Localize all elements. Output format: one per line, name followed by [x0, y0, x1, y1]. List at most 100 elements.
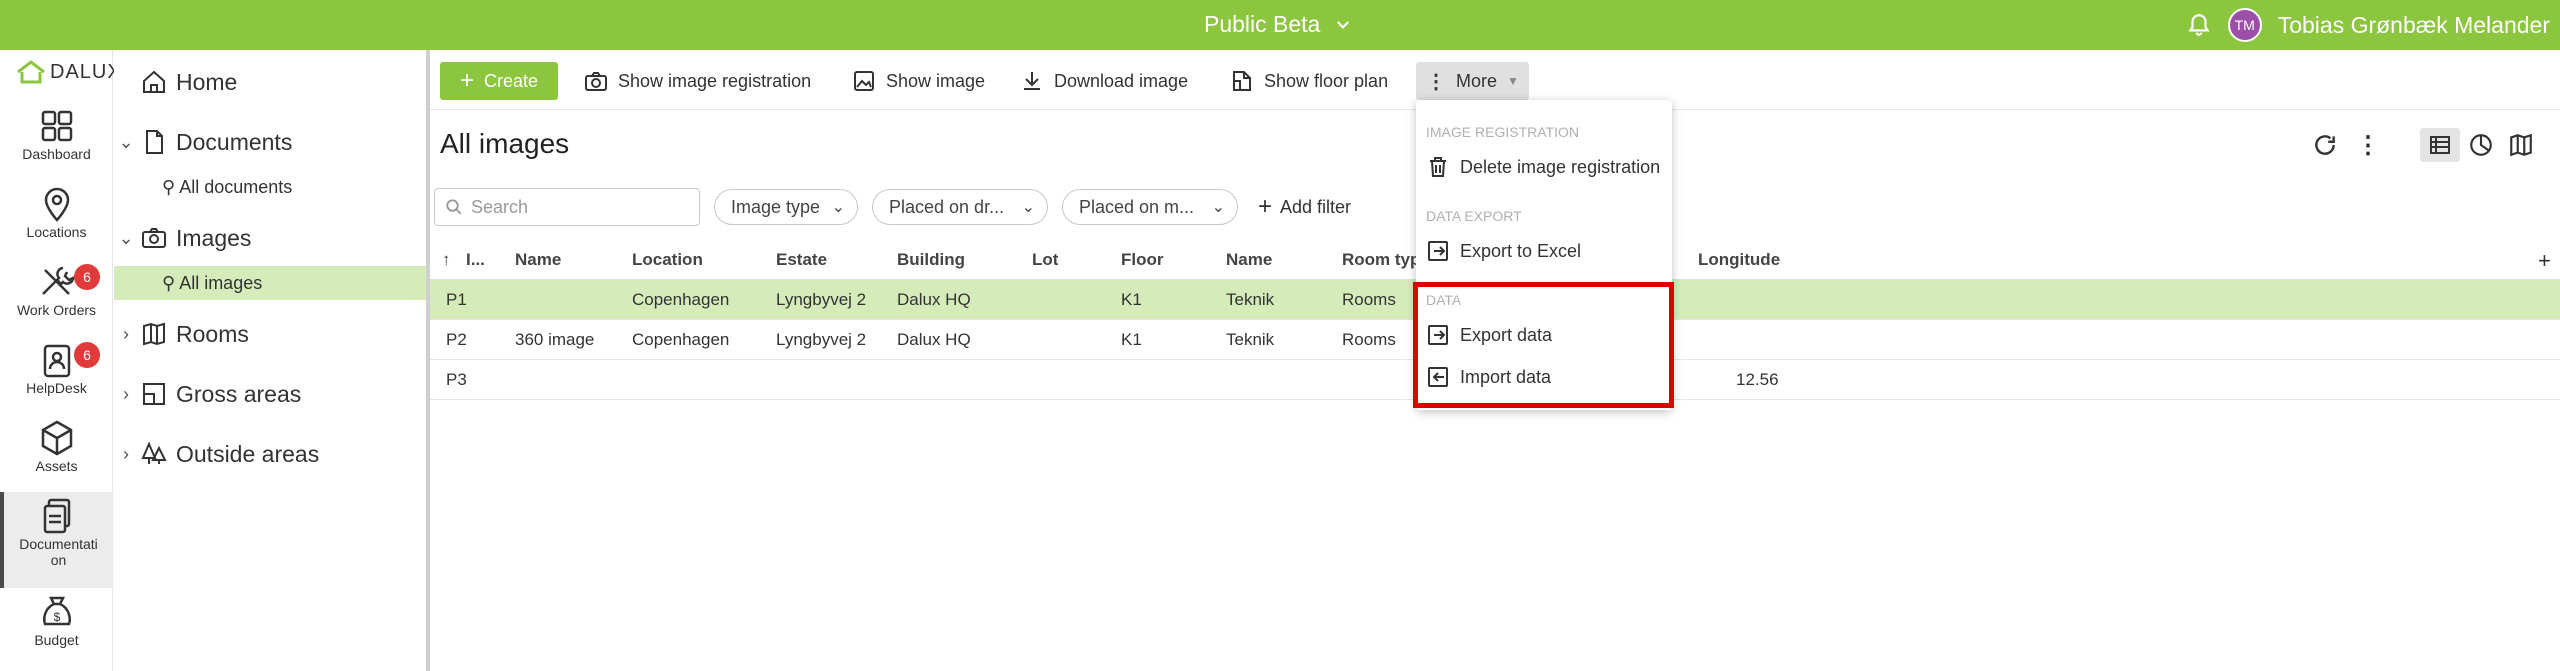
column-header-estate[interactable]: Estate: [776, 240, 827, 280]
column-header-building[interactable]: Building: [897, 240, 965, 280]
filter-chip-placed-on-drawing[interactable]: Placed on dr... ⌄: [872, 189, 1048, 225]
tree-item-documents[interactable]: ⌄ Documents: [114, 128, 426, 156]
column-header-name[interactable]: Name: [515, 240, 561, 280]
tree-item-gross-areas[interactable]: › Gross areas: [114, 380, 426, 408]
chevron-down-icon[interactable]: ⌄: [114, 228, 138, 249]
app-rail: DALUX Dashboard Locations Work Orders 6 …: [0, 50, 121, 671]
refresh-icon[interactable]: [2312, 132, 2338, 158]
table-view-icon: [2430, 136, 2450, 154]
tree-item-images[interactable]: ⌄ Images: [114, 224, 426, 252]
location-pin-icon: [44, 187, 69, 222]
column-header-floor[interactable]: Floor: [1121, 240, 1164, 280]
menu-item-export-data[interactable]: Export data: [1426, 318, 1662, 352]
environment-selector[interactable]: Public Beta: [1204, 11, 1352, 38]
chevron-down-icon[interactable]: ⌄: [114, 132, 138, 153]
rail-item-work-orders[interactable]: Work Orders 6: [0, 258, 113, 336]
page-title: All images: [440, 128, 570, 159]
notification-bell-icon[interactable]: [2186, 12, 2212, 38]
chevron-right-icon[interactable]: ›: [114, 384, 138, 405]
tree-label: Documents: [176, 128, 293, 155]
chevron-right-icon[interactable]: ›: [114, 324, 138, 345]
chevron-down-icon: [1337, 20, 1350, 29]
cell-estate: Lyngbyvej 2: [776, 290, 867, 309]
tree-label: All images: [179, 272, 263, 293]
cell-room-name: Teknik: [1226, 290, 1275, 309]
plus-icon: +: [1258, 193, 1273, 220]
menu-item-export-to-excel[interactable]: Export to Excel: [1426, 234, 1662, 268]
column-header-longitude[interactable]: Longitude: [1698, 240, 1780, 280]
documents-icon: [43, 498, 70, 534]
cell-location: Copenhagen: [632, 330, 730, 349]
create-button[interactable]: + Create: [440, 62, 559, 100]
menu-section-data: DATA: [1426, 292, 1462, 308]
money-bag-icon: $: [42, 596, 71, 626]
rail-label: HelpDesk: [26, 380, 87, 396]
tree-label: Rooms: [176, 320, 249, 347]
search-input[interactable]: Search: [434, 188, 700, 226]
chevron-right-icon[interactable]: ›: [114, 444, 138, 465]
rail-item-dashboard[interactable]: Dashboard: [0, 102, 113, 180]
rail-item-documentation[interactable]: Documentati on: [0, 492, 113, 588]
column-header-room-name[interactable]: Name: [1226, 240, 1272, 280]
map-view-icon[interactable]: [2508, 132, 2534, 158]
trees-icon: [141, 441, 167, 464]
filter-chip-placed-on-map[interactable]: Placed on m... ⌄: [1062, 189, 1238, 225]
user-name[interactable]: Tobias Grønbæk Melander: [2278, 12, 2550, 39]
search-icon: [446, 199, 462, 215]
menu-item-label: Delete image registration: [1460, 156, 1661, 177]
cell-name: 360 image: [515, 330, 595, 349]
table-view-button[interactable]: [2420, 128, 2460, 162]
menu-item-import-data[interactable]: Import data: [1426, 360, 1662, 394]
logo-text: DALUX: [50, 60, 122, 83]
view-tools: ⋮: [2312, 128, 2534, 162]
tree-item-all-documents[interactable]: ⚲ All documents: [114, 170, 426, 204]
add-column-icon[interactable]: +: [2538, 248, 2551, 274]
column-header-lot[interactable]: Lot: [1032, 240, 1058, 280]
rail-item-locations[interactable]: Locations: [0, 180, 113, 258]
filter-bar: Search Image type ⌄ Placed on dr... ⌄ Pl…: [434, 188, 1351, 226]
trash-icon: [1430, 157, 1446, 177]
show-image-registration-button[interactable]: Show image registration: [574, 62, 821, 100]
add-filter-button[interactable]: + Add filter: [1252, 193, 1351, 221]
column-header-location[interactable]: Location: [632, 240, 703, 280]
cell-id: P2: [446, 330, 467, 349]
tree-item-rooms[interactable]: › Rooms: [114, 320, 426, 348]
tree-item-outside-areas[interactable]: › Outside areas: [114, 440, 426, 468]
chip-label: Image type: [731, 196, 821, 217]
more-button[interactable]: ⋮ More ▼: [1416, 62, 1529, 100]
column-header-room-type[interactable]: Room typ: [1342, 240, 1422, 280]
show-floor-plan-button[interactable]: Show floor plan: [1220, 62, 1398, 100]
cell-room-type: Rooms: [1342, 290, 1396, 309]
chart-view-icon[interactable]: [2468, 132, 2494, 158]
download-image-button[interactable]: Download image: [1010, 62, 1198, 100]
environment-title: Public Beta: [1204, 11, 1321, 37]
menu-section-data-export: DATA EXPORT: [1426, 208, 1522, 224]
area-icon: [143, 383, 165, 405]
menu-item-delete-image-registration[interactable]: Delete image registration: [1426, 150, 1662, 184]
rail-item-budget[interactable]: $ Budget: [0, 588, 113, 666]
rail-label: Work Orders: [16, 302, 97, 318]
camera-icon: [585, 72, 607, 91]
tree-item-all-images[interactable]: ⚲ All images: [114, 266, 426, 300]
tree-item-home[interactable]: Home: [114, 68, 426, 96]
rail-label: Budget: [34, 632, 79, 648]
filter-chip-image-type[interactable]: Image type ⌄: [714, 189, 858, 225]
menu-item-label: Export to Excel: [1460, 240, 1582, 261]
import-icon: [1428, 367, 1448, 387]
dalux-logo[interactable]: DALUX: [16, 60, 122, 84]
avatar[interactable]: TM: [2227, 8, 2262, 42]
rail-label: Locations: [26, 224, 87, 240]
create-label: Create: [484, 70, 539, 91]
kebab-icon[interactable]: ⋮: [2356, 131, 2380, 160]
sort-arrow-up-icon[interactable]: ↑: [442, 240, 451, 280]
cube-icon: [41, 420, 72, 456]
notification-badge: 6: [74, 342, 100, 368]
svg-text:$: $: [53, 610, 60, 624]
column-header-id[interactable]: I...: [466, 240, 486, 280]
rail-item-helpdesk[interactable]: HelpDesk 6: [0, 336, 113, 414]
show-image-button[interactable]: Show image: [842, 62, 995, 100]
rail-item-assets[interactable]: Assets: [0, 414, 113, 492]
document-icon: [146, 130, 163, 154]
image-icon: [854, 71, 874, 91]
tree-label: Images: [176, 224, 252, 251]
